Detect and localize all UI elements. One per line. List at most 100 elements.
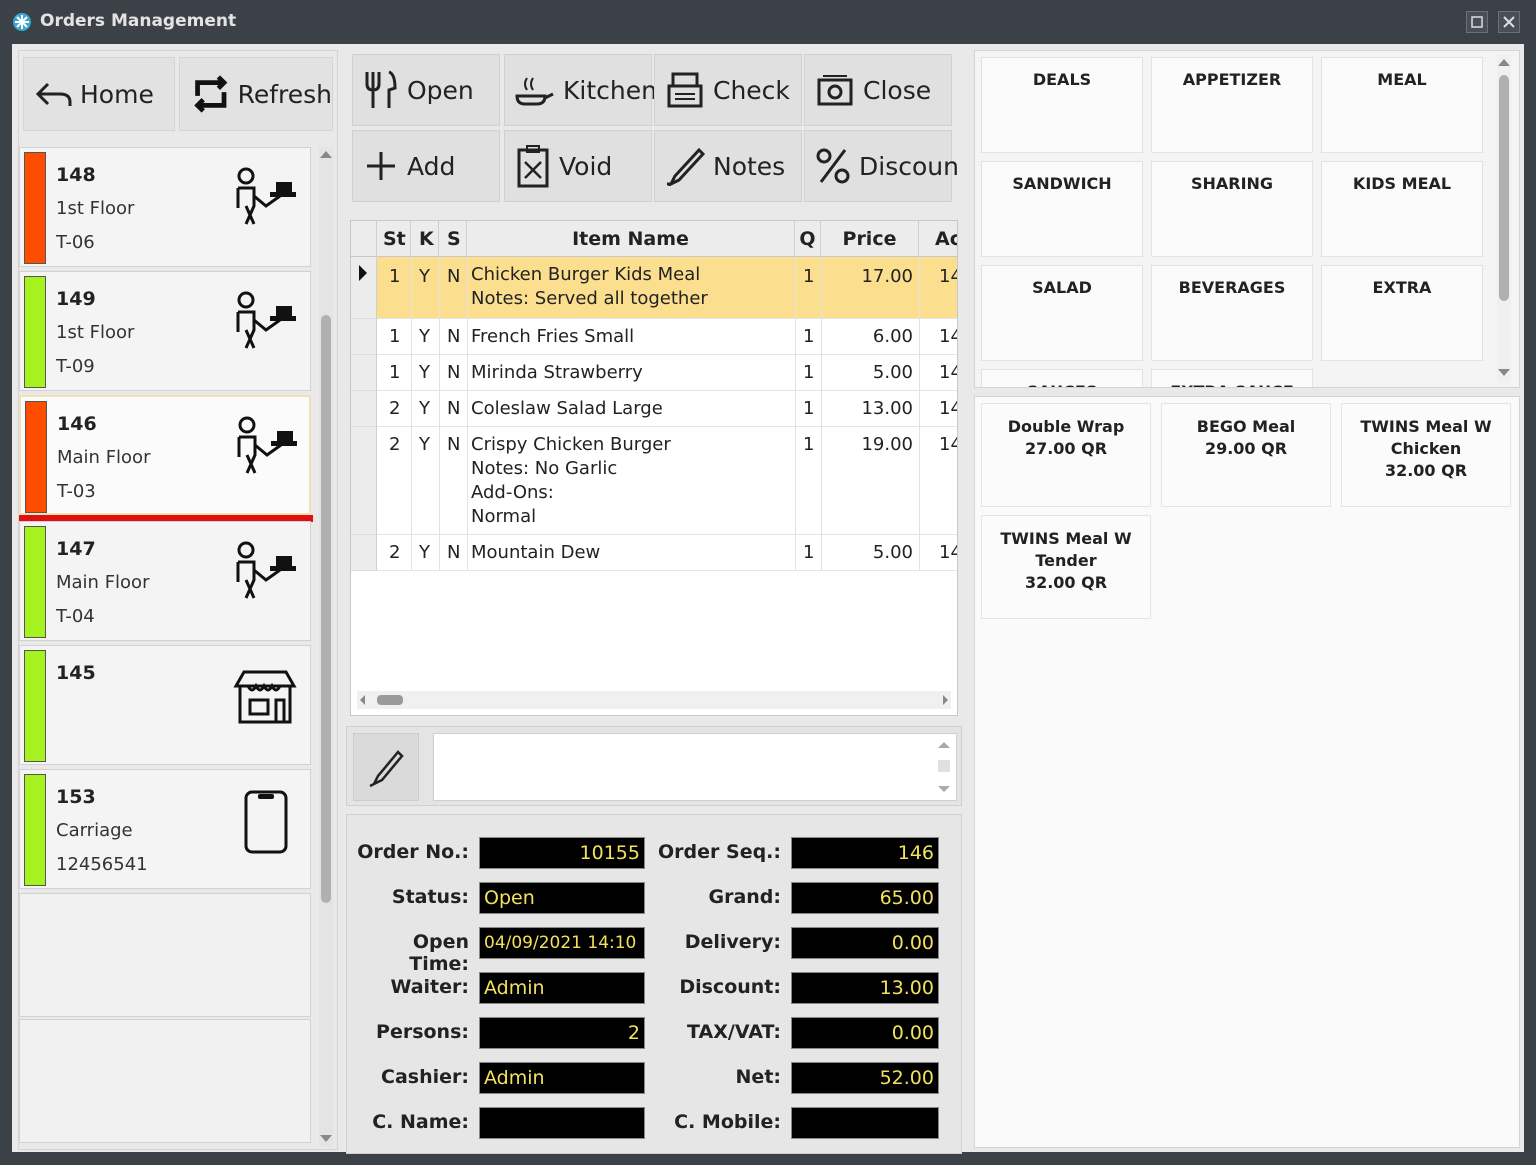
scroll-up-arrow[interactable]	[320, 151, 332, 158]
category-deals[interactable]: DEALS	[981, 57, 1143, 153]
note-scrollbar[interactable]	[934, 734, 954, 800]
col-item-header[interactable]: Item Name	[467, 221, 795, 257]
check-button[interactable]: Check	[654, 54, 802, 126]
order-card-149[interactable]: 149 1st Floor T-09	[19, 271, 311, 391]
note-textbox[interactable]	[433, 733, 957, 801]
order-number: 145	[56, 662, 96, 684]
notes-button[interactable]: Notes	[654, 130, 802, 202]
discount-button[interactable]: Discoun	[804, 130, 959, 202]
category-kids-meal[interactable]: KIDS MEAL	[1321, 161, 1483, 257]
close-window-button[interactable]	[1498, 11, 1520, 33]
delivery-field: 0.00	[791, 927, 939, 959]
cashier-label: Cashier:	[381, 1066, 469, 1088]
waiter-icon	[236, 167, 296, 225]
scroll-thumb[interactable]	[321, 315, 331, 903]
order-status-indicator	[24, 774, 46, 886]
row-selector[interactable]	[351, 535, 377, 571]
category-beverages[interactable]: BEVERAGES	[1151, 265, 1313, 361]
grand-label: Grand:	[708, 886, 781, 908]
item-name: Crispy Chicken Burger	[471, 434, 671, 455]
scroll-thumb[interactable]	[1499, 75, 1509, 301]
menu-item-bego-meal[interactable]: BEGO Meal 29.00 QR	[1161, 403, 1331, 507]
add-label: Add	[407, 151, 456, 181]
menu-item-double-wrap[interactable]: Double Wrap 27.00 QR	[981, 403, 1151, 507]
scroll-down-arrow[interactable]	[320, 1135, 332, 1142]
cell-st: 2	[389, 434, 401, 455]
row-selector[interactable]	[351, 391, 377, 427]
order-card-146[interactable]: 146 Main Floor T-03	[19, 395, 311, 515]
order-card-145[interactable]: 145	[19, 645, 311, 765]
category-appetizer[interactable]: APPETIZER	[1151, 57, 1313, 153]
scroll-down-arrow[interactable]	[1498, 369, 1510, 376]
col-s-header[interactable]: S	[439, 221, 467, 257]
category-extra[interactable]: EXTRA	[1321, 265, 1483, 361]
void-button[interactable]: Void	[504, 130, 652, 202]
row-selector-header	[351, 221, 377, 257]
cell-s: N	[447, 542, 461, 563]
col-k-header[interactable]: K	[411, 221, 439, 257]
col-st-header[interactable]: St	[377, 221, 411, 257]
category-sharing[interactable]: SHARING	[1151, 161, 1313, 257]
row-selector[interactable]	[351, 319, 377, 355]
menu-item-name: BEGO Meal	[1196, 417, 1296, 436]
table-row[interactable]: 2 Y N Crispy Chicken Burger Notes: No Ga…	[377, 427, 957, 535]
row-selector[interactable]	[351, 427, 377, 535]
order-floor: 1st Floor	[56, 322, 135, 343]
table-row[interactable]: 1 Y N Chicken Burger Kids Meal Notes: Se…	[377, 257, 957, 319]
category-sandwich[interactable]: SANDWICH	[981, 161, 1143, 257]
home-button[interactable]: Home	[23, 57, 175, 131]
col-ac-header[interactable]: Ac	[919, 221, 957, 257]
table-row[interactable]: 2 Y N Mountain Dew 1 5.00 14	[377, 535, 957, 571]
table-row[interactable]: 1 Y N Mirinda Strawberry 1 5.00 14	[377, 355, 957, 391]
customer-mobile-label: C. Mobile:	[674, 1111, 781, 1133]
column-divider	[467, 257, 468, 571]
waiter-icon	[236, 541, 296, 599]
check-label: Check	[713, 75, 790, 105]
order-card-148[interactable]: 148 1st Floor T-06	[19, 147, 311, 267]
cashier-field: Admin	[479, 1062, 645, 1094]
category-extra-sauce-free[interactable]: EXTRA SAUCE FREE	[1151, 369, 1313, 387]
edit-note-button[interactable]	[353, 733, 419, 801]
category-sauces[interactable]: SAUCES	[981, 369, 1143, 387]
row-selector[interactable]	[351, 355, 377, 391]
order-details-panel: Open Kitchen Check Close Add Void Notes …	[346, 50, 962, 1154]
maximize-button[interactable]	[1466, 11, 1488, 33]
cell-s: N	[447, 434, 461, 455]
order-items-grid: St K S Item Name Q Price Ac	[350, 220, 958, 716]
add-button[interactable]: Add	[352, 130, 500, 202]
order-card-147[interactable]: 147 Main Floor T-04	[19, 521, 311, 641]
cell-st: 2	[389, 398, 401, 419]
kitchen-button[interactable]: Kitchen	[504, 54, 657, 126]
refresh-button[interactable]: Refresh	[179, 57, 333, 131]
table-row[interactable]: 2 Y N Coleslaw Salad Large 1 13.00 14	[377, 391, 957, 427]
category-scrollbar[interactable]	[1497, 55, 1511, 383]
order-table: 12456541	[56, 854, 148, 875]
cell-k: Y	[419, 266, 430, 287]
row-selector[interactable]	[351, 257, 377, 319]
menu-item-twins-meal-chicken[interactable]: TWINS Meal W Chicken 32.00 QR	[1341, 403, 1511, 507]
col-q-header[interactable]: Q	[795, 221, 821, 257]
net-field: 52.00	[791, 1062, 939, 1094]
order-card-153[interactable]: 153 Carriage 12456541	[19, 769, 311, 889]
open-time-label: Open Time:	[409, 931, 469, 975]
customer-name-field	[479, 1107, 645, 1139]
col-price-header[interactable]: Price	[821, 221, 919, 257]
menu-item-name: Double Wrap	[1007, 417, 1125, 436]
scroll-up-arrow[interactable]	[1498, 59, 1510, 66]
menu-item-twins-meal-tender[interactable]: TWINS Meal W Tender 32.00 QR	[981, 515, 1151, 619]
menu-item-price: 29.00 QR	[1204, 439, 1288, 458]
grid-horizontal-scrollbar[interactable]	[357, 691, 951, 709]
menu-item-name: TWINS Meal W Tender	[1000, 529, 1132, 570]
close-order-button[interactable]: Close	[804, 54, 952, 126]
cell-s: N	[447, 266, 461, 287]
cell-price: 5.00	[872, 362, 913, 383]
category-meal[interactable]: MEAL	[1321, 57, 1483, 153]
orders-scrollbar[interactable]	[319, 147, 333, 1147]
open-button[interactable]: Open	[352, 54, 500, 126]
table-row[interactable]: 1 Y N French Fries Small 1 6.00 14	[377, 319, 957, 355]
title-bar: Orders Management	[0, 0, 1536, 44]
category-salad[interactable]: SALAD	[981, 265, 1143, 361]
cell-price: 19.00	[861, 434, 913, 455]
cell-k: Y	[419, 398, 430, 419]
cell-item: French Fries Small	[471, 326, 635, 347]
